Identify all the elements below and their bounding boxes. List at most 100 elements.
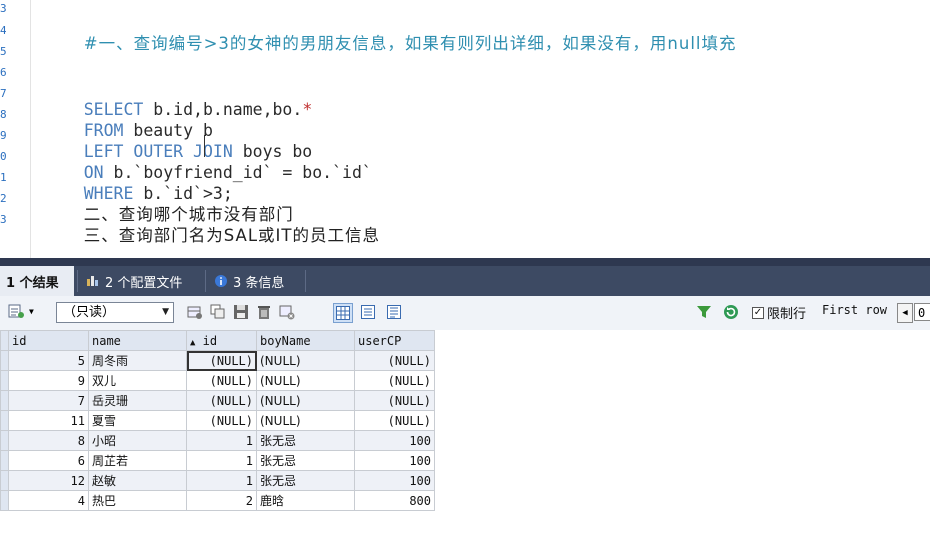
table-cell[interactable]: 9 [8,370,89,391]
tab-separator [77,270,78,292]
column-header-id[interactable]: id [8,330,89,351]
cancel-changes-button[interactable] [278,303,296,321]
table-cell[interactable]: 周冬雨 [88,350,187,371]
table-cell[interactable]: 赵敏 [88,470,187,491]
splitter-strip[interactable] [0,258,930,266]
duplicate-row-button[interactable] [209,303,227,321]
column-header-bo-id[interactable]: ▲ id [186,330,257,351]
table-cell[interactable]: 1 [186,450,257,471]
table-cell[interactable]: (NULL) [256,350,355,371]
row-header[interactable] [0,410,9,431]
column-header-boyname[interactable]: boyName [256,330,355,351]
table-cell[interactable]: (NULL) [354,390,435,411]
cancel-icon [279,305,295,320]
table-cell[interactable]: 4 [8,490,89,511]
table-cell[interactable]: 2 [186,490,257,511]
previous-page-button[interactable]: ◀ [897,303,913,323]
row-header[interactable] [0,390,9,411]
filter-icon [697,306,711,318]
table-cell[interactable]: (NULL) [256,370,355,391]
line-number: 4 [0,25,6,37]
table-row[interactable]: 12 赵敏 1 张无忌 100 [0,470,435,491]
readonly-select[interactable]: （只读） ▼ [56,302,174,323]
delete-button[interactable] [255,303,273,321]
table-row[interactable]: 6 周芷若 1 张无忌 100 [0,450,435,471]
export-menu-button[interactable] [8,303,26,321]
table-cell[interactable]: 热巴 [88,490,187,511]
table-cell[interactable]: (NULL) [354,370,435,391]
table-cell[interactable]: 夏雪 [88,410,187,431]
tab-messages[interactable]: 3 条信息 [208,266,304,296]
row-header[interactable] [0,370,9,391]
chevron-down-icon[interactable]: ▼ [29,307,34,316]
table-cell[interactable]: 11 [8,410,89,431]
filter-button[interactable] [695,303,713,321]
readonly-select-value: （只读） [63,305,116,320]
table-cell[interactable]: 100 [354,470,435,491]
table-cell[interactable]: 岳灵珊 [88,390,187,411]
note-3-text: 三、查询部门名为SAL或IT的员工信息 [83,226,380,245]
comment-text: #一、查询编号>3的女神的男朋友信息，如果有则列出详细，如果没有，用null填充 [83,34,737,53]
table-cell[interactable]: 7 [8,390,89,411]
table-row[interactable]: 11 夏雪 (NULL) (NULL) (NULL) [0,410,435,431]
table-cell[interactable]: 5 [8,350,89,371]
export-icon [8,304,24,318]
add-row-button[interactable] [186,303,204,321]
table-row[interactable]: 8 小昭 1 张无忌 100 [0,430,435,451]
table-cell[interactable]: (NULL) [354,410,435,431]
column-header-name[interactable]: name [88,330,187,351]
row-header-corner [0,330,9,351]
table-cell[interactable]: 6 [8,450,89,471]
table-cell[interactable]: 100 [354,430,435,451]
form-view-button[interactable] [359,303,377,321]
limit-rows-control[interactable]: ✓ 限制行 [752,303,806,322]
tab-profiles[interactable]: 2 个配置文件 [80,266,202,296]
table-cell[interactable]: 张无忌 [256,430,355,451]
table-cell[interactable]: 800 [354,490,435,511]
info-icon [214,274,228,288]
table-cell[interactable]: (NULL) [186,350,257,371]
tab-results[interactable]: 1 个结果 [0,266,74,296]
row-header[interactable] [0,450,9,471]
table-cell[interactable]: 双儿 [88,370,187,391]
text-view-button[interactable] [385,303,403,321]
table-cell[interactable]: (NULL) [186,390,257,411]
table-cell[interactable]: 100 [354,450,435,471]
tab-separator [205,270,206,292]
table-cell[interactable]: (NULL) [256,390,355,411]
row-header[interactable] [0,430,9,451]
first-row-input[interactable]: 0 [914,303,930,321]
table-cell[interactable]: (NULL) [186,410,257,431]
save-button[interactable] [232,303,250,321]
table-cell[interactable]: 小昭 [88,430,187,451]
grid-view-button[interactable] [333,303,353,323]
table-cell[interactable]: 8 [8,430,89,451]
refresh-button[interactable] [722,303,740,321]
table-row[interactable]: 9 双儿 (NULL) (NULL) (NULL) [0,370,435,391]
table-cell[interactable]: 张无忌 [256,450,355,471]
table-cell[interactable]: 1 [186,470,257,491]
first-row-value: 0 [918,306,926,320]
table-cell[interactable]: (NULL) [354,350,435,371]
table-cell[interactable]: (NULL) [256,410,355,431]
sort-ascending-icon: ▲ [190,337,196,348]
table-cell[interactable]: 鹿晗 [256,490,355,511]
column-header-usercp[interactable]: userCP [354,330,435,351]
row-header[interactable] [0,490,9,511]
table-cell[interactable]: (NULL) [186,370,257,391]
result-tabs-bar: 1 个结果 2 个配置文件 3 条信息 [0,258,930,296]
sql-editor[interactable]: 3 4 5 6 7 8 9 0 1 2 3 #一、查询编号>3的女神的男朋友信息，如果有则列出详细，… [0,0,930,258]
table-cell[interactable]: 张无忌 [256,470,355,491]
line-number: 3 [0,3,6,15]
row-header[interactable] [0,350,9,371]
row-header[interactable] [0,470,9,491]
limit-rows-checkbox[interactable]: ✓ [752,306,764,319]
results-toolbar: ▼ （只读） ▼ ✓ 限制行 First row ◀ 0 [0,296,930,331]
table-cell[interactable]: 12 [8,470,89,491]
table-cell[interactable]: 1 [186,430,257,451]
table-cell[interactable]: 周芷若 [88,450,187,471]
table-row[interactable]: 7 岳灵珊 (NULL) (NULL) (NULL) [0,390,435,411]
table-row[interactable]: 5 周冬雨 (NULL) (NULL) (NULL) [0,350,435,371]
form-icon [361,305,375,319]
table-row[interactable]: 4 热巴 2 鹿晗 800 [0,490,435,511]
